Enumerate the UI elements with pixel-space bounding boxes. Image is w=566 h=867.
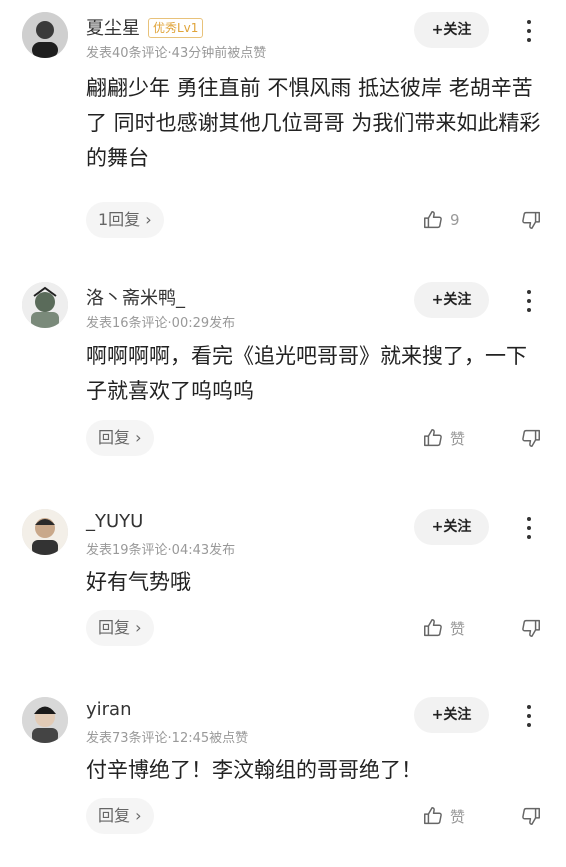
username[interactable]: 洛丶斋米鸭_ xyxy=(86,284,185,310)
dislike-button[interactable] xyxy=(520,427,542,449)
comment-meta: 发表73条评论·12:45被点赞 xyxy=(86,731,249,746)
thumbs-down-icon xyxy=(522,211,540,229)
comment-meta: 发表19条评论·04:43发布 xyxy=(86,543,236,558)
dislike-button[interactable] xyxy=(520,209,542,231)
thumbs-down-icon xyxy=(522,429,540,447)
follow-button[interactable]: +关注 xyxy=(414,282,489,318)
comment-item: _YUYU 发表19条评论·04:43发布 +关注 好有气势哦 回复 › 赞 xyxy=(0,509,566,659)
thumbs-up-icon xyxy=(424,807,442,825)
level-badge: 优秀Lv1 xyxy=(148,18,204,38)
like-label: 赞 xyxy=(450,429,466,448)
follow-button[interactable]: +关注 xyxy=(414,697,489,733)
comment-meta: 发表40条评论·43分钟前被点赞 xyxy=(86,46,267,61)
reply-button[interactable]: 回复 › xyxy=(86,798,154,834)
like-button[interactable]: 赞 xyxy=(422,616,465,640)
dislike-button[interactable] xyxy=(520,805,542,827)
thumbs-up-icon xyxy=(424,211,442,229)
comment-text: 翩翩少年 勇往直前 不惧风雨 抵达彼岸 老胡辛苦了 同时也感谢其他几位哥哥 为我… xyxy=(86,76,541,170)
username[interactable]: 夏尘星 优秀Lv1 xyxy=(86,14,204,40)
avatar[interactable] xyxy=(22,697,68,743)
more-vertical-icon[interactable] xyxy=(519,513,539,543)
more-vertical-icon[interactable] xyxy=(519,286,539,316)
follow-button[interactable]: +关注 xyxy=(414,12,489,48)
comment-item: 洛丶斋米鸭_ 发表16条评论·00:29发布 +关注 啊啊啊啊，看完《追光吧哥哥… xyxy=(0,282,566,472)
comment-text: 付辛博绝了！李汶翰组的哥哥绝了！ xyxy=(86,758,422,782)
more-vertical-icon[interactable] xyxy=(519,701,539,731)
comment-item: yiran 发表73条评论·12:45被点赞 +关注 付辛博绝了！李汶翰组的哥哥… xyxy=(0,697,566,847)
reply-button[interactable]: 1回复 › xyxy=(86,202,164,238)
reply-button[interactable]: 回复 › xyxy=(86,420,154,456)
avatar[interactable] xyxy=(22,509,68,555)
thumbs-up-icon xyxy=(424,619,442,637)
comment-item: 夏尘星 优秀Lv1 发表40条评论·43分钟前被点赞 +关注 翩翩少年 勇往直前 … xyxy=(0,12,566,252)
follow-button[interactable]: +关注 xyxy=(414,509,489,545)
username[interactable]: yiran xyxy=(86,699,132,720)
like-button[interactable]: 赞 xyxy=(422,426,465,450)
more-vertical-icon[interactable] xyxy=(519,16,539,46)
like-button[interactable]: 赞 xyxy=(422,804,465,828)
like-button[interactable]: 9 xyxy=(422,208,460,232)
thumbs-up-icon xyxy=(424,429,442,447)
username[interactable]: _YUYU xyxy=(86,511,143,532)
avatar[interactable] xyxy=(22,282,68,328)
avatar[interactable] xyxy=(22,12,68,58)
like-label: 赞 xyxy=(450,619,466,638)
reply-button[interactable]: 回复 › xyxy=(86,610,154,646)
like-count: 9 xyxy=(450,211,460,229)
dislike-button[interactable] xyxy=(520,617,542,639)
comment-text: 好有气势哦 xyxy=(86,570,191,594)
comment-text: 啊啊啊啊，看完《追光吧哥哥》就来搜了，一下子就喜欢了呜呜呜 xyxy=(86,344,527,403)
comment-meta: 发表16条评论·00:29发布 xyxy=(86,316,236,331)
thumbs-down-icon xyxy=(522,619,540,637)
thumbs-down-icon xyxy=(522,807,540,825)
like-label: 赞 xyxy=(450,807,466,826)
